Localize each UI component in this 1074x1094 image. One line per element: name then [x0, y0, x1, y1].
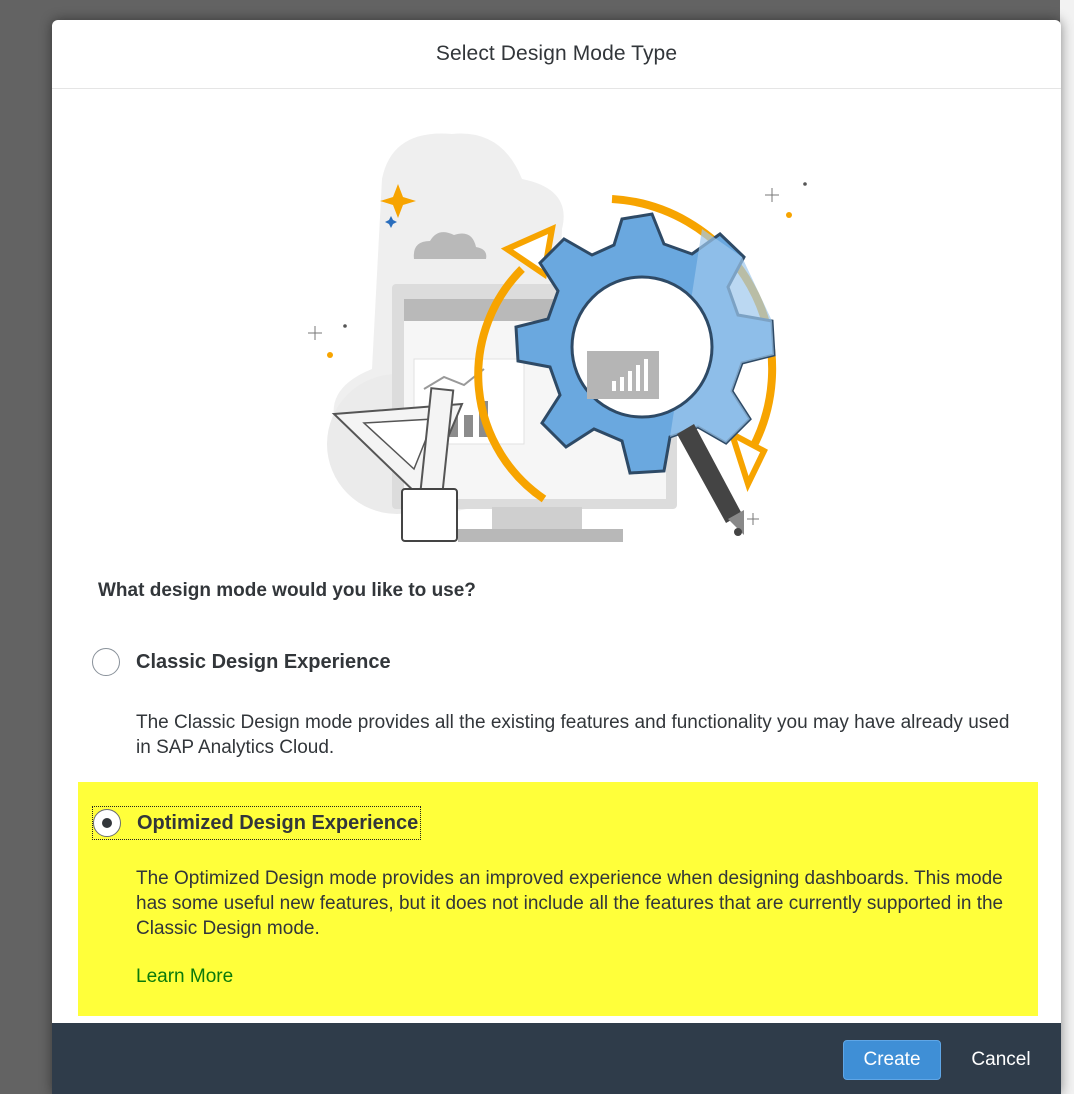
- dialog-header: Select Design Mode Type: [52, 20, 1061, 89]
- design-mode-illustration: [308, 133, 807, 542]
- dialog-title: Select Design Mode Type: [435, 42, 678, 65]
- pencil-cup-icon: [401, 488, 458, 542]
- crosshair-decoration-left: [308, 326, 322, 340]
- radio-button-optimized[interactable]: [93, 809, 121, 837]
- gear-chart-panel: [587, 351, 659, 399]
- cancel-button[interactable]: Cancel: [949, 1040, 1053, 1080]
- option-description-optimized: The Optimized Design mode provides an im…: [136, 868, 1004, 939]
- learn-more-link[interactable]: Learn More: [136, 966, 233, 988]
- page-edge: [1060, 0, 1074, 1094]
- create-button[interactable]: Create: [843, 1040, 941, 1080]
- dialog-footer: Create Cancel: [52, 1023, 1061, 1094]
- option-optimized[interactable]: Optimized Design Experience The Optimize…: [78, 782, 1038, 1016]
- radio-selected-dot: [102, 818, 112, 828]
- design-mode-question: What design mode would you like to use?: [98, 580, 476, 601]
- design-mode-dialog: Select Design Mode Type What design mode…: [52, 20, 1061, 1094]
- option-description-classic: The Classic Design mode provides all the…: [136, 712, 1010, 758]
- dot-decoration: [343, 324, 347, 328]
- dot-decoration: [803, 182, 807, 186]
- crosshair-decoration-bottom: [747, 513, 759, 525]
- dot-decoration: [327, 352, 333, 358]
- radio-row-classic[interactable]: Classic Design Experience: [92, 648, 391, 676]
- option-classic[interactable]: Classic Design Experience The Classic De…: [78, 642, 1038, 792]
- option-label-optimized[interactable]: Optimized Design Experience: [137, 812, 418, 835]
- crosshair-decoration-right: [765, 188, 779, 202]
- radio-button-classic[interactable]: [92, 648, 120, 676]
- radio-row-optimized[interactable]: Optimized Design Experience: [92, 806, 422, 840]
- gear-icon: [514, 212, 776, 475]
- option-label-classic[interactable]: Classic Design Experience: [136, 651, 391, 674]
- dot-decoration: [786, 212, 792, 218]
- monitor-base: [458, 529, 623, 542]
